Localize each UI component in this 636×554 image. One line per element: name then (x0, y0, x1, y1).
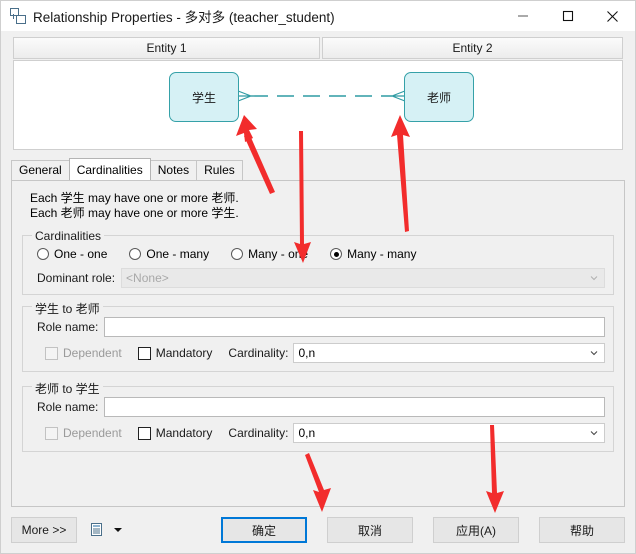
entity-box-2[interactable]: 老师 (404, 72, 474, 122)
chevron-down-icon (590, 431, 598, 436)
role-group-2-options-row: Dependent Mandatory Cardinality: 0,n (31, 423, 605, 443)
tab-rules[interactable]: Rules (196, 160, 243, 180)
dependent-label-2: Dependent (63, 426, 122, 440)
dominant-role-row: Dominant role: <None> (31, 268, 605, 288)
dominant-role-label: Dominant role: (37, 271, 116, 285)
relationship-properties-window: Relationship Properties - 多对多 (teacher_s… (0, 0, 636, 554)
help-button[interactable]: 帮助 (539, 517, 625, 543)
dominant-role-value: <None> (126, 271, 169, 285)
mandatory-checkbox-2-box (137, 426, 151, 440)
radio-one-one-label: One - one (54, 247, 108, 261)
radio-many-one[interactable]: Many - one (231, 247, 308, 261)
cardinality-value-1: 0,n (298, 346, 316, 360)
cardinalities-tab-page: Each 学生 may have one or more 老师. Each 老师… (11, 180, 625, 507)
radio-many-one-label: Many - one (248, 247, 309, 261)
radio-one-many-dot (129, 248, 142, 260)
dependent-label-1: Dependent (63, 346, 122, 360)
tab-notes[interactable]: Notes (149, 160, 198, 180)
cardinality-combo-1[interactable]: 0,n (293, 343, 605, 363)
action-buttons: 确定 取消 应用(A) 帮助 (221, 517, 625, 543)
relationship-description: Each 学生 may have one or more 老师. Each 老师… (30, 191, 616, 221)
tab-strip: General Cardinalities Notes Rules (11, 158, 635, 180)
mandatory-label-1: Mandatory (155, 346, 213, 360)
entity-header-strip: Entity 1 Entity 2 (13, 37, 623, 59)
cardinality-combo-2[interactable]: 0,n (293, 423, 605, 443)
role-group-1: 学生 to 老师 Role name: Dependent Mandatory … (22, 300, 614, 372)
cardinality-label-1: Cardinality: (228, 346, 289, 360)
entity-box-1[interactable]: 学生 (169, 72, 239, 122)
cancel-button[interactable]: 取消 (327, 517, 413, 543)
dependent-checkbox-1: Dependent (45, 346, 122, 360)
cardinalities-group: Cardinalities One - one One - many Many … (22, 229, 614, 295)
radio-many-many[interactable]: Many - many (330, 247, 416, 261)
entity-header-2: Entity 2 (322, 37, 623, 59)
dependent-checkbox-1-box (45, 346, 58, 360)
role-name-input-2[interactable] (104, 397, 605, 417)
relationship-icon (9, 8, 27, 24)
mandatory-label-2: Mandatory (155, 426, 213, 440)
role-group-2-title: 老师 to 学生 (32, 380, 103, 397)
role-group-2-name-row: Role name: (31, 397, 605, 417)
dialog-button-bar: More >> 确定 取消 应用(A) 帮助 (1, 507, 635, 553)
mandatory-checkbox-2[interactable]: Mandatory (137, 426, 213, 440)
more-button[interactable]: More >> (11, 517, 77, 543)
tab-general[interactable]: General (11, 160, 70, 180)
radio-many-many-label: Many - many (347, 247, 417, 261)
cardinality-label-2: Cardinality: (228, 426, 289, 440)
window-title: Relationship Properties - 多对多 (teacher_s… (33, 10, 335, 25)
ok-button[interactable]: 确定 (221, 517, 307, 543)
chevron-down-icon[interactable] (113, 523, 123, 537)
entity-box-1-label: 学生 (191, 90, 216, 105)
relationship-connector (232, 88, 411, 104)
minimize-icon[interactable] (500, 1, 545, 31)
chevron-down-icon (590, 351, 598, 356)
role-group-2: 老师 to 学生 Role name: Dependent Mandatory … (22, 380, 614, 452)
role-group-1-title: 学生 to 老师 (32, 300, 103, 317)
close-icon[interactable] (590, 1, 635, 31)
radio-one-one-dot (37, 248, 49, 260)
entity-header-1: Entity 1 (13, 37, 320, 59)
mandatory-checkbox-1-box (137, 346, 151, 360)
radio-many-one-dot (231, 248, 244, 260)
role-name-label-1: Role name: (37, 320, 99, 334)
radio-one-many-label: One - many (146, 247, 210, 261)
entity-box-2-label: 老师 (426, 90, 451, 105)
cardinality-radio-row: One - one One - many Many - one Many - m… (31, 246, 605, 261)
role-name-input-1[interactable] (104, 317, 605, 337)
maximize-icon[interactable] (545, 1, 590, 31)
radio-one-one[interactable]: One - one (37, 247, 107, 261)
radio-many-many-dot (330, 248, 343, 260)
role-group-1-name-row: Role name: (31, 317, 605, 337)
dependent-checkbox-2: Dependent (45, 426, 122, 440)
mandatory-checkbox-1[interactable]: Mandatory (137, 346, 213, 360)
cardinality-value-2: 0,n (298, 426, 316, 440)
description-line-1: Each 学生 may have one or more 老师. (30, 191, 239, 205)
window-controls (500, 1, 635, 31)
tab-cardinalities[interactable]: Cardinalities (68, 158, 151, 180)
title-bar: Relationship Properties - 多对多 (teacher_s… (1, 1, 635, 31)
report-icon[interactable] (89, 522, 105, 538)
cardinalities-group-title: Cardinalities (32, 229, 105, 243)
role-name-label-2: Role name: (37, 400, 99, 414)
role-group-1-options-row: Dependent Mandatory Cardinality: 0,n (31, 343, 605, 363)
dependent-checkbox-2-box (45, 426, 58, 440)
radio-one-many[interactable]: One - many (129, 247, 209, 261)
chevron-down-icon (590, 276, 598, 281)
apply-button[interactable]: 应用(A) (433, 517, 519, 543)
dominant-role-combo[interactable]: <None> (121, 268, 605, 288)
diagram-canvas[interactable]: 学生 老师 (13, 60, 623, 150)
description-line-2: Each 老师 may have one or more 学生. (30, 206, 239, 220)
